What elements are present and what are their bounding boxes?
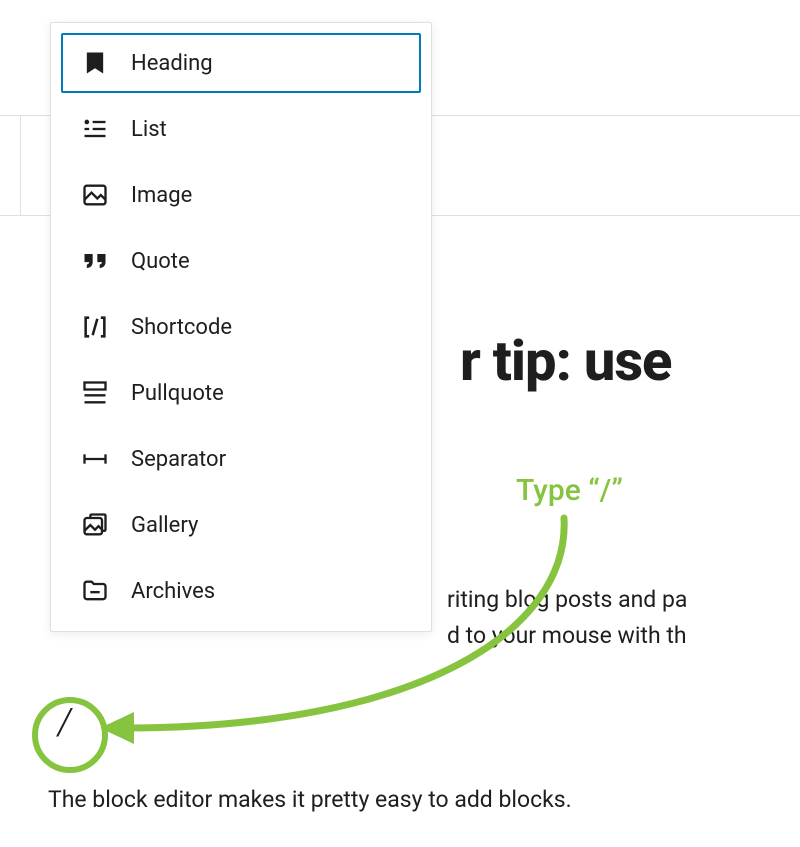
block-inserter-menu[interactable]: Heading List Image Quote Shortcode — [50, 22, 432, 632]
menu-item-label: List — [131, 117, 167, 142]
image-icon — [81, 181, 109, 209]
menu-item-separator[interactable]: Separator — [61, 429, 421, 489]
menu-item-shortcode[interactable]: Shortcode — [61, 297, 421, 357]
menu-item-label: Separator — [131, 447, 226, 472]
gallery-icon — [81, 511, 109, 539]
annotation-circle — [32, 697, 108, 773]
menu-item-list[interactable]: List — [61, 99, 421, 159]
shortcode-icon — [81, 313, 109, 341]
menu-item-label: Archives — [131, 579, 215, 604]
list-icon — [81, 115, 109, 143]
quote-icon — [81, 247, 109, 275]
menu-item-label: Gallery — [131, 513, 198, 538]
menu-item-gallery[interactable]: Gallery — [61, 495, 421, 555]
menu-item-image[interactable]: Image — [61, 165, 421, 225]
separator-icon — [81, 445, 109, 473]
bottom-paragraph: The block editor makes it pretty easy to… — [48, 786, 800, 813]
paragraph-line: d to your mouse with th — [447, 622, 687, 649]
menu-item-label: Image — [131, 183, 192, 208]
toolbar-divider — [20, 115, 21, 215]
menu-item-label: Heading — [131, 51, 213, 76]
menu-item-archives[interactable]: Archives — [61, 561, 421, 621]
paragraph-line: riting blog posts and pa — [447, 586, 687, 613]
menu-item-label: Quote — [131, 249, 190, 274]
menu-item-heading[interactable]: Heading — [61, 33, 421, 93]
menu-item-pullquote[interactable]: Pullquote — [61, 363, 421, 423]
menu-item-quote[interactable]: Quote — [61, 231, 421, 291]
menu-item-label: Shortcode — [131, 315, 232, 340]
menu-item-label: Pullquote — [131, 381, 224, 406]
heading-icon — [81, 49, 109, 77]
archives-icon — [81, 577, 109, 605]
pullquote-icon — [81, 379, 109, 407]
annotation-label: Type “/” — [516, 473, 623, 508]
